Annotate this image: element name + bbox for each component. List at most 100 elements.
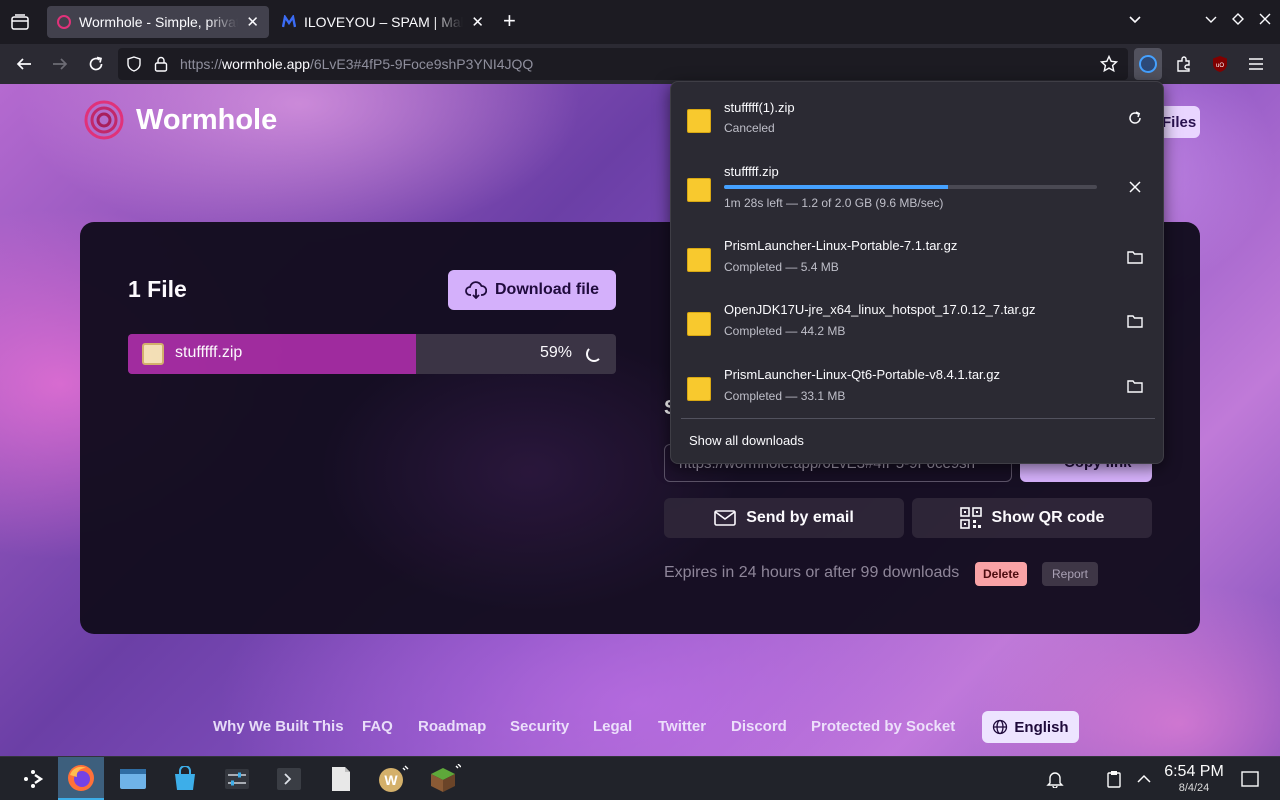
tab-wormhole[interactable]: Wormhole - Simple, private file sharing … — [47, 6, 269, 38]
taskbar-minecraft[interactable] — [422, 757, 468, 800]
taskbar-discover[interactable] — [162, 757, 208, 800]
send-by-email-button[interactable]: Send by email — [664, 498, 904, 538]
download-status: Canceled — [724, 121, 775, 135]
taskbar-system-settings[interactable] — [214, 757, 260, 800]
footer-link-legal[interactable]: Legal — [593, 718, 632, 735]
tab-title: ILOVEYOU – SPAM | Malware — [304, 14, 464, 30]
footer-link-discord[interactable]: Discord — [731, 718, 787, 735]
url-bar[interactable]: https://wormhole.app/6LvE3#4fP5-9Foce9sh… — [118, 48, 1128, 80]
download-file-label: Download file — [495, 281, 599, 298]
malwarebytes-favicon-icon — [282, 15, 296, 28]
app-menu-button[interactable] — [1244, 52, 1268, 76]
list-all-tabs-chevron-icon[interactable] — [1128, 12, 1142, 29]
reload-button[interactable] — [84, 52, 108, 76]
language-selector[interactable]: English — [982, 711, 1079, 743]
application-launcher-button[interactable] — [10, 757, 56, 800]
download-file-button[interactable]: Download file — [448, 270, 616, 310]
download-item[interactable]: stufffff(1).zip Canceled — [671, 90, 1163, 154]
cancel-download-button[interactable] — [1125, 177, 1145, 197]
download-progress-bar — [724, 185, 1097, 189]
qr-code-icon — [959, 507, 982, 529]
discover-store-icon — [175, 766, 195, 790]
send-by-email-label: Send by email — [746, 509, 854, 526]
file-progress-row: stufffff.zip 59% — [128, 334, 616, 374]
footer-link-security[interactable]: Security — [510, 718, 569, 735]
footer-link-twitter[interactable]: Twitter — [658, 718, 706, 735]
firefox-icon — [68, 764, 94, 791]
folder-icon — [1127, 380, 1143, 393]
url-text[interactable]: https://wormhole.app/6LvE3#4fP5-9Foce9sh… — [180, 56, 533, 72]
open-folder-button[interactable] — [1125, 247, 1145, 267]
wormhole-app-icon: W — [379, 765, 409, 792]
taskbar-wormhole-app[interactable]: W — [370, 757, 416, 800]
system-tray-expand-button[interactable] — [1124, 757, 1164, 800]
file-icon — [687, 178, 711, 202]
report-button[interactable]: Report — [1042, 562, 1098, 586]
puzzle-extensions-icon — [1177, 56, 1190, 72]
divider — [681, 418, 1155, 419]
open-folder-button[interactable] — [1125, 376, 1145, 396]
chevron-up-icon — [1137, 774, 1151, 783]
delete-button[interactable]: Delete — [975, 562, 1027, 586]
forward-arrow-icon — [53, 58, 68, 70]
bookmark-star-icon[interactable] — [1100, 55, 1118, 73]
show-qr-code-button[interactable]: Show QR code — [912, 498, 1152, 538]
download-item[interactable]: PrismLauncher-Linux-Qt6-Portable-v8.4.1.… — [671, 357, 1163, 421]
wormhole-logo-icon — [84, 100, 124, 140]
cancel-icon — [1129, 181, 1141, 193]
taskbar-file-manager[interactable] — [110, 757, 156, 800]
taskbar-terminal[interactable] — [266, 757, 312, 800]
file-name: stufffff.zip — [175, 344, 243, 361]
notification-bell-icon — [1046, 772, 1064, 788]
file-icon — [687, 109, 711, 133]
show-all-downloads-link[interactable]: Show all downloads — [689, 433, 804, 448]
retry-icon — [1129, 111, 1141, 124]
clock-time: 6:54 PM — [1164, 763, 1224, 780]
show-qr-code-label: Show QR code — [991, 509, 1105, 526]
minecraft-icon — [431, 764, 461, 792]
wormhole-logo[interactable]: Wormhole — [84, 100, 277, 140]
download-item[interactable]: OpenJDK17U-jre_x64_linux_hotspot_17.0.12… — [671, 292, 1163, 356]
forward-button[interactable] — [48, 52, 72, 76]
tab-iloveyou[interactable]: ILOVEYOU – SPAM | Malware ✕ — [272, 6, 494, 38]
clock[interactable]: 6:54 PM 8/4/24 — [1162, 763, 1226, 794]
back-button[interactable] — [12, 52, 36, 76]
zip-file-icon — [142, 343, 164, 365]
window-close-icon[interactable] — [1258, 12, 1272, 29]
folder-icon — [1127, 251, 1143, 264]
logo-text: Wormhole — [136, 103, 278, 136]
download-file-name: OpenJDK17U-jre_x64_linux_hotspot_17.0.12… — [724, 302, 1036, 317]
ublock-origin-button[interactable]: uO — [1208, 52, 1232, 76]
downloads-button[interactable] — [1134, 48, 1162, 80]
download-file-name: PrismLauncher-Linux-Qt6-Portable-v8.4.1.… — [724, 367, 1001, 382]
download-item[interactable]: PrismLauncher-Linux-Portable-7.1.tar.gz … — [671, 228, 1163, 292]
footer-link-roadmap[interactable]: Roadmap — [418, 718, 486, 735]
tab-close-icon[interactable]: ✕ — [246, 13, 259, 31]
notifications-button[interactable] — [1032, 757, 1078, 800]
terminal-icon — [277, 768, 301, 790]
expiration-text: Expires in 24 hours or after 99 download… — [664, 564, 960, 581]
lock-icon[interactable] — [154, 56, 168, 72]
file-progress-fill — [128, 334, 416, 374]
tab-title: Wormhole - Simple, private file sharing — [79, 14, 239, 30]
taskbar-text-editor[interactable] — [318, 757, 364, 800]
firefox-view-icon — [11, 14, 29, 30]
extensions-button[interactable] — [1172, 52, 1196, 76]
open-folder-button[interactable] — [1125, 311, 1145, 331]
footer-link-why-we-built-this[interactable]: Why We Built This — [213, 718, 344, 735]
taskbar-firefox[interactable] — [58, 757, 104, 800]
retry-button[interactable] — [1125, 108, 1145, 128]
firefox-view-button[interactable] — [0, 0, 40, 44]
tracking-protection-shield-icon[interactable] — [126, 56, 142, 72]
svg-text:uO: uO — [1216, 63, 1224, 69]
tab-bar: Wormhole - Simple, private file sharing … — [0, 0, 1280, 44]
download-status: Completed — 44.2 MB — [724, 324, 846, 338]
new-tab-button[interactable]: + — [503, 10, 516, 32]
footer-link-protected-by-socket[interactable]: Protected by Socket — [811, 718, 955, 735]
show-desktop-icon — [1241, 771, 1259, 787]
minimize-chevron-icon[interactable] — [1204, 12, 1218, 29]
maximize-diamond-icon[interactable] — [1231, 12, 1245, 29]
footer-link-faq[interactable]: FAQ — [362, 718, 393, 735]
show-desktop-button[interactable] — [1232, 757, 1268, 800]
tab-close-icon[interactable]: ✕ — [471, 13, 484, 31]
